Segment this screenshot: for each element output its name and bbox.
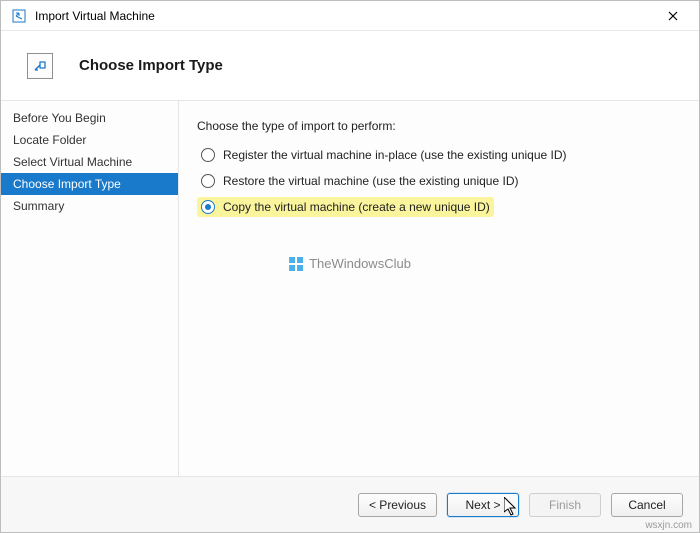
wizard-body: Before You Begin Locate Folder Select Vi… [1, 101, 699, 476]
wizard-content: Choose the type of import to perform: Re… [179, 101, 699, 476]
app-icon [11, 8, 27, 24]
wizard-window: Import Virtual Machine Choose Import Typ… [0, 0, 700, 533]
import-icon [27, 53, 53, 79]
titlebar: Import Virtual Machine [1, 1, 699, 31]
sidebar-item-choose-import-type[interactable]: Choose Import Type [1, 173, 178, 195]
close-button[interactable] [651, 2, 695, 30]
sidebar-item-before-you-begin[interactable]: Before You Begin [1, 107, 178, 129]
radio-icon [201, 200, 215, 214]
finish-button: Finish [529, 493, 601, 517]
option-restore[interactable]: Restore the virtual machine (use the exi… [197, 171, 681, 191]
option-copy[interactable]: Copy the virtual machine (create a new u… [197, 197, 494, 217]
option-label: Restore the virtual machine (use the exi… [223, 174, 518, 188]
radio-icon [201, 148, 215, 162]
sidebar-item-summary[interactable]: Summary [1, 195, 178, 217]
wizard-steps-sidebar: Before You Begin Locate Folder Select Vi… [1, 101, 179, 476]
page-title: Choose Import Type [79, 57, 223, 74]
option-label: Copy the virtual machine (create a new u… [223, 200, 490, 214]
cancel-button[interactable]: Cancel [611, 493, 683, 517]
content-prompt: Choose the type of import to perform: [197, 119, 681, 133]
previous-button[interactable]: < Previous [358, 493, 437, 517]
sidebar-item-select-vm[interactable]: Select Virtual Machine [1, 151, 178, 173]
window-title: Import Virtual Machine [35, 9, 651, 23]
option-label: Register the virtual machine in-place (u… [223, 148, 567, 162]
wizard-footer: < Previous Next > Finish Cancel [1, 476, 699, 532]
radio-icon [201, 174, 215, 188]
wizard-header: Choose Import Type [1, 31, 699, 101]
next-button[interactable]: Next > [447, 493, 519, 517]
sidebar-item-locate-folder[interactable]: Locate Folder [1, 129, 178, 151]
option-register-in-place[interactable]: Register the virtual machine in-place (u… [197, 145, 681, 165]
